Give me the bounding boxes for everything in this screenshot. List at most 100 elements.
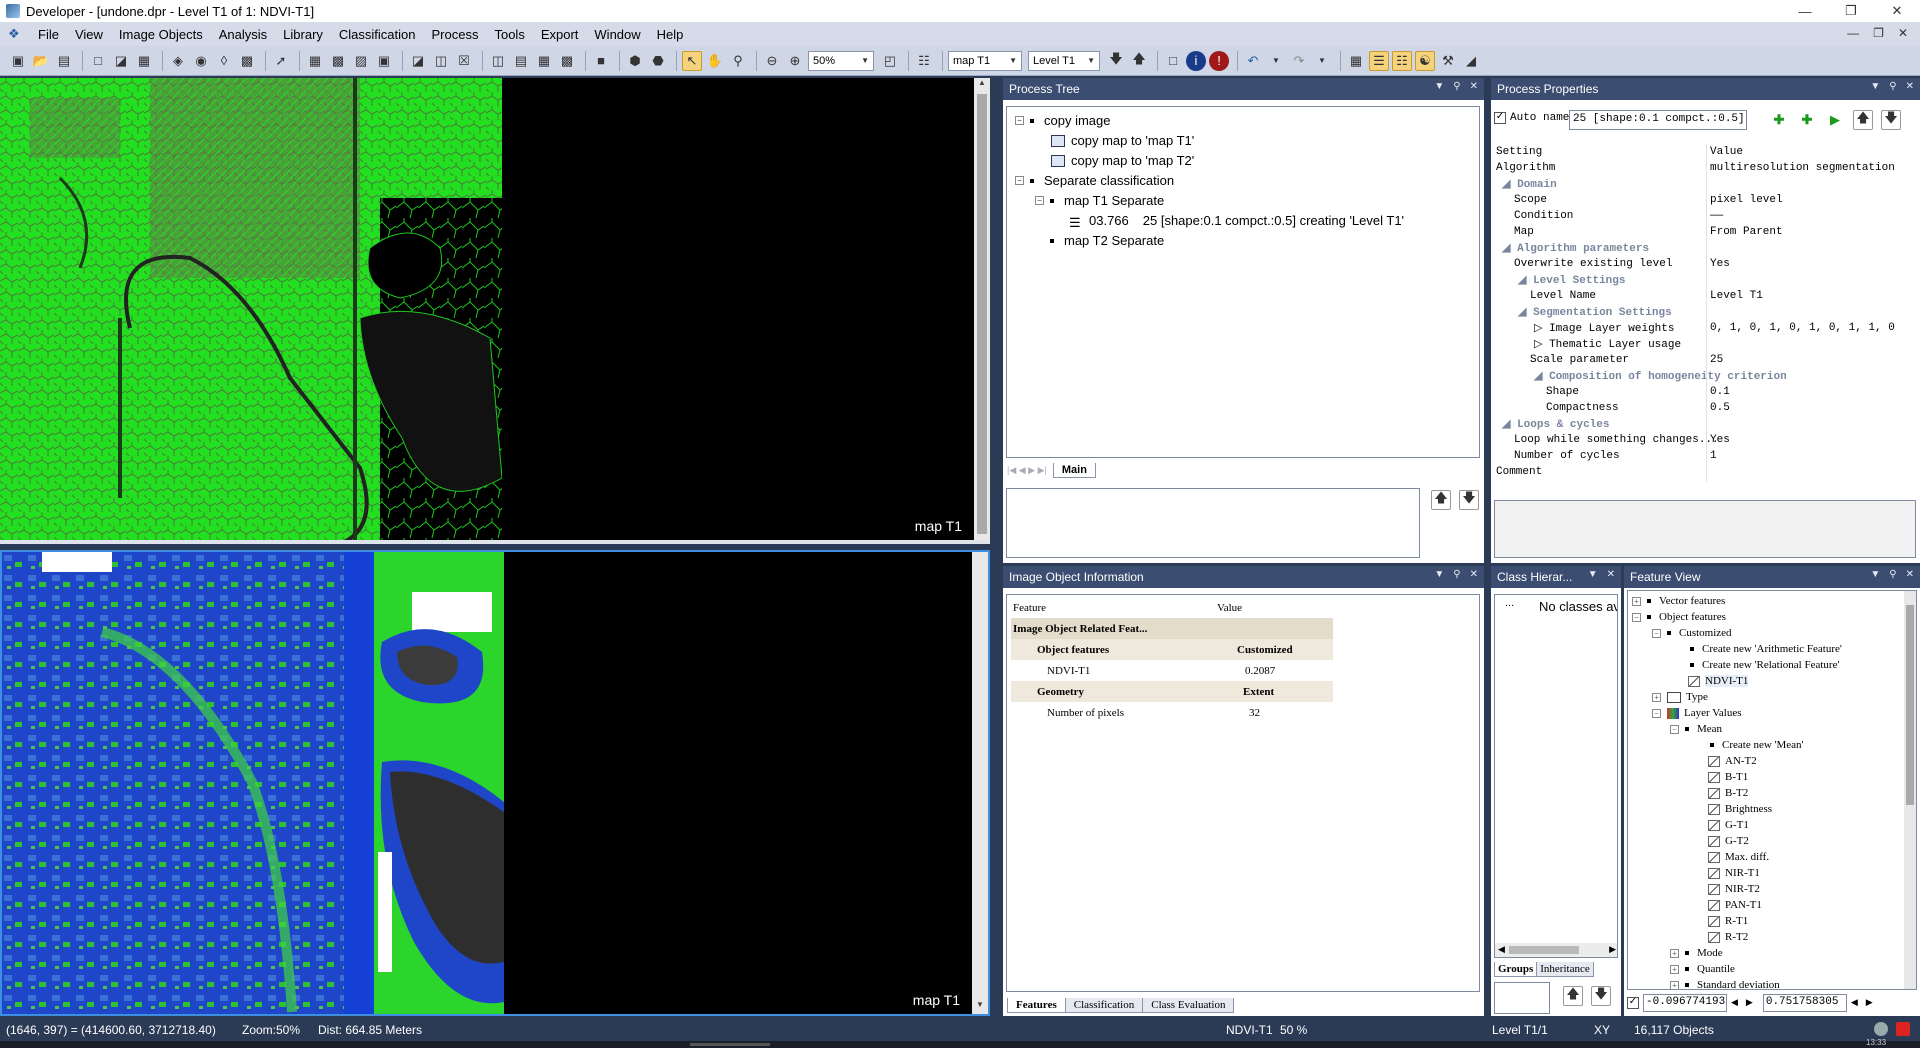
view-outlines-icon[interactable]: ▣ bbox=[374, 51, 394, 71]
classify-icon[interactable]: ◉ bbox=[191, 51, 211, 71]
properties-grid[interactable]: Setting Value Algorithm multiresolution se… bbox=[1494, 144, 1918, 482]
pin-icon[interactable]: ⚲ bbox=[1889, 81, 1896, 92]
tree-node[interactable]: copy map to 'map T2' bbox=[1051, 153, 1194, 168]
level-down-icon[interactable]: 🡇 bbox=[1106, 51, 1126, 71]
tab-features[interactable]: Features bbox=[1007, 997, 1066, 1013]
feature-item[interactable]: Max. diff. bbox=[1708, 849, 1769, 865]
range-next-icon[interactable]: ▶ bbox=[1866, 998, 1873, 1008]
range-prev-icon[interactable]: ◀ bbox=[1731, 998, 1738, 1008]
dropdown-icon[interactable]: ▼ bbox=[1434, 569, 1444, 580]
save-workspace-icon[interactable]: ▦ bbox=[134, 51, 154, 71]
level-select[interactable]: Level T1 ▼ bbox=[1028, 50, 1100, 71]
move-down-icon[interactable]: 🡇 bbox=[1459, 490, 1479, 510]
tab-inheritance[interactable]: Inheritance bbox=[1536, 961, 1594, 977]
feature-item[interactable]: G-T1 bbox=[1708, 817, 1749, 833]
add-icon[interactable]: ✚ bbox=[1769, 110, 1789, 130]
select-cursor-icon[interactable]: ↖ bbox=[682, 50, 702, 71]
feature-item[interactable]: AN-T2 bbox=[1708, 753, 1757, 769]
sample-icon[interactable]: ▩ bbox=[237, 51, 257, 71]
feature-item[interactable]: B-T2 bbox=[1708, 785, 1748, 801]
mdi-restore-icon[interactable]: ❐ bbox=[1873, 26, 1884, 40]
feature-item[interactable]: Brightness bbox=[1708, 801, 1772, 817]
analyst-icon[interactable]: ◢ bbox=[1461, 51, 1481, 71]
feature-item[interactable]: R-T2 bbox=[1708, 929, 1748, 945]
app-menu-icon[interactable]: ❖ bbox=[8, 27, 24, 41]
polygon-1-icon[interactable]: ⬢ bbox=[625, 51, 645, 71]
menu-view[interactable]: View bbox=[67, 27, 111, 42]
menu-window[interactable]: Window bbox=[586, 27, 648, 42]
dropdown-icon[interactable]: ▼ bbox=[1588, 569, 1598, 580]
execute-icon[interactable]: ▶ bbox=[1825, 110, 1845, 130]
undo-icon[interactable]: ↶ bbox=[1243, 51, 1263, 71]
tab-classification[interactable]: Classification bbox=[1064, 997, 1144, 1013]
tree-node[interactable]: − map T1 Separate bbox=[1035, 193, 1164, 208]
menu-process[interactable]: Process bbox=[424, 27, 487, 42]
tab-nav-icon[interactable]: |◀ ◀ ▶ ▶| bbox=[1007, 465, 1047, 476]
add-child-icon[interactable]: ✚ bbox=[1797, 110, 1817, 130]
save-project-icon[interactable]: ▤ bbox=[54, 51, 74, 71]
tab-main[interactable]: Main bbox=[1052, 462, 1096, 478]
tree-node[interactable]: − copy image bbox=[1015, 113, 1110, 128]
move-up-icon[interactable]: 🡅 bbox=[1853, 110, 1873, 130]
image-objects-icon[interactable]: ■ bbox=[591, 51, 611, 71]
range-checkbox[interactable]: ✓ bbox=[1627, 997, 1639, 1009]
range-prev-icon[interactable]: ◀ bbox=[1851, 998, 1858, 1008]
move-down-icon[interactable]: 🡇 bbox=[1591, 986, 1611, 1006]
close-button[interactable]: ✕ bbox=[1874, 0, 1920, 22]
delete-level-icon[interactable]: ☒ bbox=[454, 51, 474, 71]
move-up-icon[interactable]: 🡅 bbox=[1431, 490, 1451, 510]
status-stop-icon[interactable] bbox=[1896, 1022, 1910, 1036]
feature-item[interactable]: G-T2 bbox=[1708, 833, 1749, 849]
pin-icon[interactable]: ⚲ bbox=[1453, 81, 1460, 92]
cursor-link-icon[interactable]: ➚ bbox=[271, 51, 291, 71]
minimize-button[interactable]: — bbox=[1782, 0, 1828, 22]
vertical-scrollbar[interactable] bbox=[1904, 591, 1916, 989]
close-icon[interactable]: ✕ bbox=[1470, 569, 1478, 580]
feature-icon[interactable]: ◊ bbox=[214, 51, 234, 71]
view-layers-icon[interactable]: ▦ bbox=[305, 51, 325, 71]
collapse-icon[interactable]: − bbox=[1015, 116, 1024, 125]
zoom-tool-icon[interactable]: ⚲ bbox=[728, 51, 748, 71]
scroll-left-icon[interactable]: ◀ bbox=[1498, 944, 1505, 955]
range-max-field[interactable]: 0.751758305 bbox=[1762, 994, 1847, 1012]
vertical-scrollbar[interactable]: ▼ bbox=[972, 552, 988, 1014]
move-up-icon[interactable]: 🡅 bbox=[1563, 986, 1583, 1006]
split-view-icon[interactable]: ◫ bbox=[431, 51, 451, 71]
process-tree-icon[interactable]: ☰ bbox=[1369, 50, 1389, 71]
feature-item[interactable]: NIR-T2 bbox=[1708, 881, 1760, 897]
collapse-icon[interactable]: − bbox=[1015, 176, 1024, 185]
process-tree[interactable]: − copy image copy map to 'map T1' copy ma… bbox=[1006, 106, 1480, 458]
tree-node[interactable]: ☰ 03.766 25 [shape:0.1 compct.:0.5] creati… bbox=[1069, 213, 1404, 230]
move-down-icon[interactable]: 🡇 bbox=[1881, 110, 1901, 130]
map-settings-icon[interactable]: ☷ bbox=[914, 51, 934, 71]
process-name-field[interactable]: 25 [shape:0.1 compct.:0.5] creating 'Lev… bbox=[1569, 110, 1747, 130]
new-project-icon[interactable]: ▣ bbox=[8, 51, 28, 71]
image-info-icon[interactable]: ☷ bbox=[1392, 50, 1412, 71]
polygon-2-icon[interactable]: ⬣ bbox=[648, 51, 668, 71]
scroll-up-icon[interactable]: ▲ bbox=[974, 78, 990, 92]
redo-icon[interactable]: ↷ bbox=[1289, 51, 1309, 71]
feature-item[interactable]: B-T1 bbox=[1708, 769, 1748, 785]
new-workspace-icon[interactable]: □ bbox=[88, 51, 108, 71]
range-next-icon[interactable]: ▶ bbox=[1746, 998, 1753, 1008]
dropdown-icon[interactable]: ▼ bbox=[1870, 569, 1880, 580]
window-icon[interactable]: □ bbox=[1163, 51, 1183, 71]
pin-icon[interactable]: ⚲ bbox=[1889, 569, 1896, 580]
close-icon[interactable]: ✕ bbox=[1906, 81, 1914, 92]
segment-icon[interactable]: ◈ bbox=[168, 51, 188, 71]
close-icon[interactable]: ✕ bbox=[1470, 81, 1478, 92]
tab-class-evaluation[interactable]: Class Evaluation bbox=[1142, 997, 1235, 1013]
zoom-select[interactable]: 50% ▼ bbox=[808, 50, 874, 71]
feature-tree[interactable]: + Vector features − Object features − Custo… bbox=[1627, 590, 1917, 990]
menu-file[interactable]: File bbox=[30, 27, 67, 42]
open-workspace-icon[interactable]: ◪ bbox=[111, 51, 131, 71]
help-icon[interactable]: ! bbox=[1209, 50, 1229, 71]
window-layout-1-icon[interactable]: ◫ bbox=[488, 51, 508, 71]
menu-analysis[interactable]: Analysis bbox=[211, 27, 275, 42]
window-layout-3-icon[interactable]: ▦ bbox=[534, 51, 554, 71]
class-hierarchy-tree[interactable]: ... No classes av ◀ ▶ bbox=[1494, 594, 1618, 958]
menu-export[interactable]: Export bbox=[533, 27, 587, 42]
feature-item[interactable]: PAN-T1 bbox=[1708, 897, 1762, 913]
feature-item[interactable]: NIR-T1 bbox=[1708, 865, 1760, 881]
maximize-button[interactable]: ❐ bbox=[1828, 0, 1874, 22]
